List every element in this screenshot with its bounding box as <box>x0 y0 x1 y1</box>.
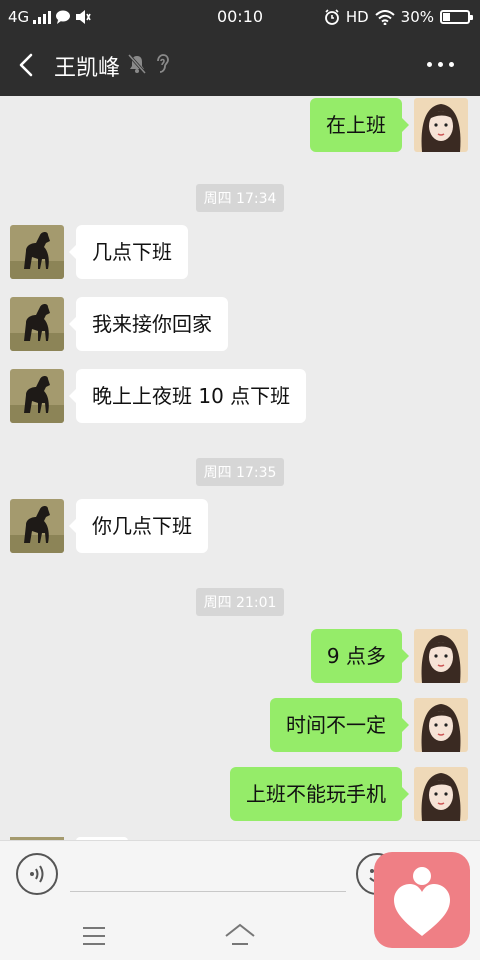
battery-level <box>443 13 450 21</box>
message-bubble[interactable]: 我来接你回家 <box>69 297 228 351</box>
my-avatar[interactable] <box>414 767 468 821</box>
battery-percentage: 30% <box>400 8 434 26</box>
message-row-outgoing: 时间不一定 <box>270 698 468 752</box>
status-right: HD 30% <box>324 8 473 26</box>
heart-person-icon <box>394 867 450 936</box>
mute-icon <box>128 54 146 74</box>
header-status-icons <box>128 54 170 74</box>
hd-label: HD <box>345 8 369 26</box>
wifi-icon <box>374 9 395 25</box>
message-row-outgoing: 在上班 <box>310 98 468 152</box>
message-row-incoming: 晚上上夜班 10 点下班 <box>10 369 307 423</box>
contact-avatar[interactable] <box>10 225 64 279</box>
message-row-incoming: 几点下班 <box>10 225 188 279</box>
message-row-incoming: 你几点下班 <box>10 499 208 553</box>
contact-avatar[interactable] <box>10 297 64 351</box>
message-row-outgoing: 上班不能玩手机 <box>230 767 468 821</box>
message-bubble[interactable]: 你几点下班 <box>69 499 208 553</box>
message-bubble[interactable]: 晚上上夜班 10 点下班 <box>68 369 307 423</box>
timestamp: 周四 21:01 <box>0 588 480 616</box>
timestamp-label: 周四 17:35 <box>195 458 285 486</box>
ear-icon <box>157 54 169 73</box>
timestamp: 周四 17:34 <box>0 184 480 212</box>
menu-icon[interactable] <box>82 926 106 946</box>
chat-area[interactable]: 在上班 周四 17:34 几点下班 我来接你回家 晚上上夜班 10 点下班 周四… <box>0 96 480 840</box>
my-avatar[interactable] <box>414 698 468 752</box>
my-avatar[interactable] <box>414 98 468 152</box>
chat-title[interactable]: 王凯峰 <box>54 50 120 82</box>
battery-icon <box>440 10 473 24</box>
home-icon[interactable] <box>224 922 256 948</box>
alarm-icon <box>324 9 339 25</box>
more-icon[interactable] <box>427 62 454 67</box>
contact-avatar[interactable] <box>10 499 64 553</box>
chat-header: 王凯峰 <box>0 34 480 96</box>
message-bubble[interactable]: 在上班 <box>310 98 409 152</box>
timestamp-label: 周四 17:34 <box>195 184 285 212</box>
back-icon[interactable] <box>14 52 40 78</box>
timestamp: 周四 17:35 <box>0 458 480 486</box>
my-avatar[interactable] <box>414 629 468 683</box>
message-bubble[interactable]: 上班不能玩手机 <box>230 767 409 821</box>
status-bar: 4G 00:10 HD 30% <box>0 0 480 34</box>
timestamp-label: 周四 21:01 <box>195 588 285 616</box>
overlay-app-icon[interactable] <box>374 852 470 948</box>
message-row-incoming: 我来接你回家 <box>10 297 228 351</box>
contact-avatar[interactable] <box>10 369 64 423</box>
message-bubble[interactable]: 几点下班 <box>69 225 188 279</box>
message-bubble[interactable]: 时间不一定 <box>270 698 409 752</box>
message-bubble[interactable]: 9 点多 <box>310 629 410 683</box>
voice-icon[interactable] <box>16 853 58 895</box>
message-row-outgoing: 9 点多 <box>310 629 468 683</box>
message-input[interactable] <box>70 891 346 892</box>
